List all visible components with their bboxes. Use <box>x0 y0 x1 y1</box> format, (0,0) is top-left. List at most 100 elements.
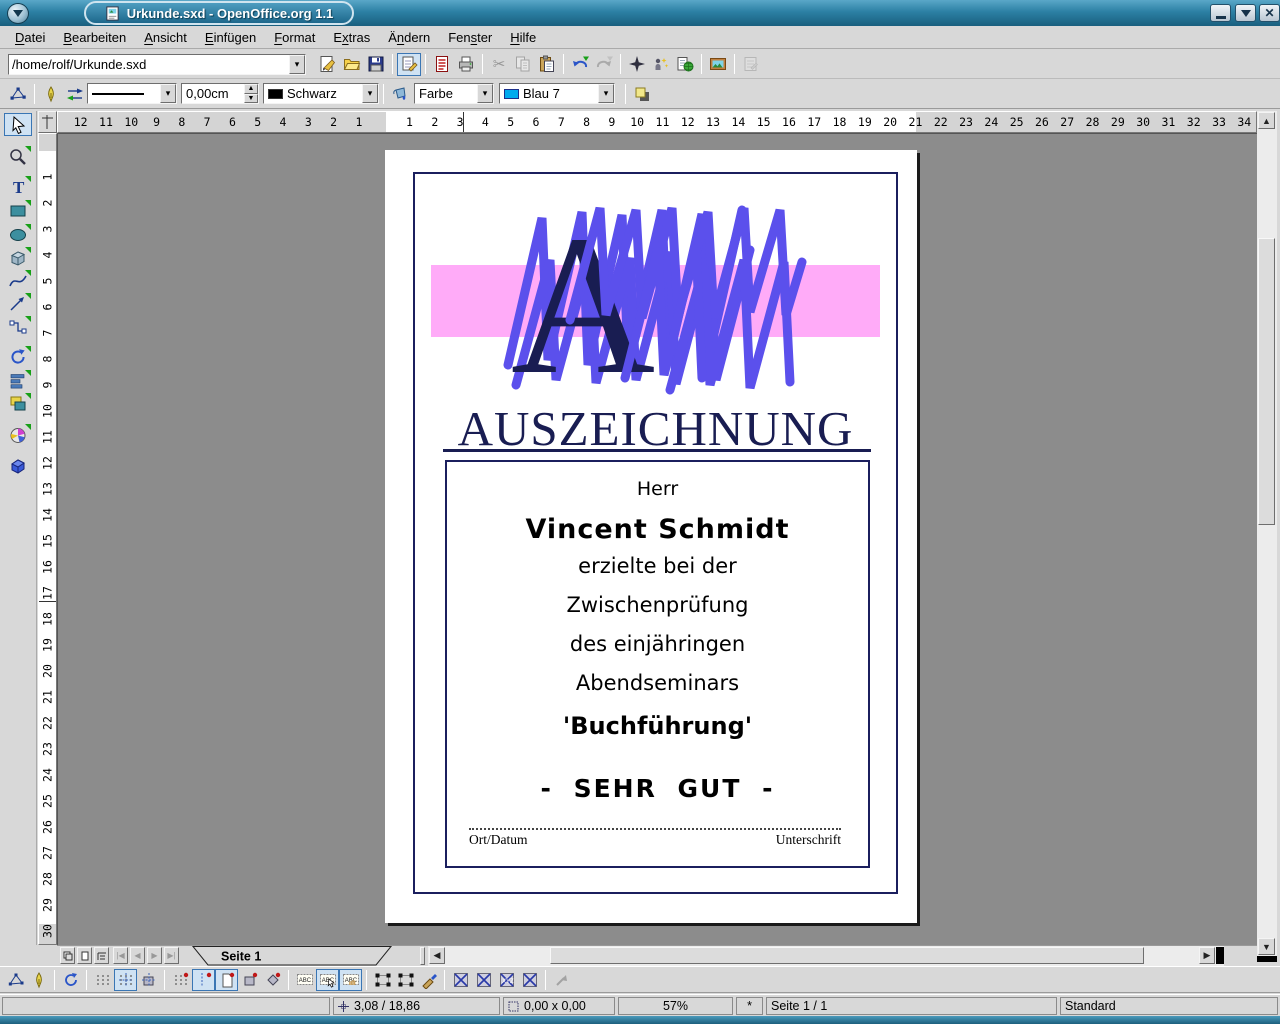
document-page[interactable]: A AUSZEICHNUNG Herr Vincent Schmidt erzi… <box>385 150 917 923</box>
alignment-tool-button[interactable] <box>4 369 32 392</box>
stylist-button[interactable] <box>649 53 673 76</box>
window-resize-corner <box>1257 956 1277 962</box>
text-placeholder-button[interactable]: XYZ <box>495 969 518 991</box>
menu-item[interactable]: Datei <box>6 28 54 47</box>
master-view-button[interactable] <box>94 947 109 964</box>
tab-scroll-splitter[interactable] <box>420 947 425 965</box>
open-button[interactable] <box>340 53 364 76</box>
export-pdf-button[interactable] <box>430 53 454 76</box>
line-width-input[interactable] <box>182 86 244 101</box>
shadow-toggle-button[interactable] <box>630 82 654 105</box>
save-button[interactable] <box>364 53 388 76</box>
certificate-text-box[interactable]: Herr Vincent Schmidt erzielte bei der Zw… <box>445 460 870 868</box>
drawing-canvas[interactable]: A AUSZEICHNUNG Herr Vincent Schmidt erzi… <box>57 133 1257 945</box>
contour-mode-button[interactable] <box>472 969 495 991</box>
menu-item[interactable]: Ansicht <box>135 28 196 47</box>
line-style-dropdown[interactable]: ▾ <box>160 84 176 103</box>
fill-type-select[interactable]: Farbe ▾ <box>414 83 494 104</box>
double-click-edit-text-button[interactable] <box>339 969 362 991</box>
snaplines-visible-button[interactable] <box>169 969 192 991</box>
snap-to-object-border-button[interactable] <box>238 969 261 991</box>
close-button[interactable]: ✕ <box>1259 4 1280 22</box>
page-mode-button[interactable] <box>77 947 92 964</box>
menu-item[interactable]: Ändern <box>379 28 439 47</box>
certificate-header-artwork[interactable]: A <box>420 200 890 395</box>
page-tab[interactable]: Seite 1 <box>183 946 398 966</box>
lines-arrows-tool-button[interactable] <box>4 292 32 315</box>
connector-tool-button[interactable] <box>4 315 32 338</box>
spin-up-button[interactable]: ▲ <box>244 84 258 94</box>
fill-type-dropdown[interactable]: ▾ <box>477 84 493 103</box>
window-menu-button[interactable] <box>7 3 29 24</box>
edit-file-button[interactable] <box>397 53 421 76</box>
scroll-right-button[interactable]: ▶ <box>1199 947 1215 964</box>
scroll-down-button[interactable]: ▼ <box>1258 938 1275 955</box>
grid-visible-button[interactable] <box>91 969 114 991</box>
scroll-left-button[interactable]: ◀ <box>429 947 445 964</box>
line-dialog-button[interactable] <box>39 82 63 105</box>
fill-color-dropdown[interactable]: ▾ <box>598 84 614 103</box>
url-dropdown-button[interactable]: ▾ <box>289 55 305 74</box>
edit-points-button[interactable] <box>6 82 30 105</box>
large-handles-button[interactable] <box>394 969 417 991</box>
vertical-scroll-thumb[interactable] <box>1258 238 1275 525</box>
status-style-field[interactable]: Standard <box>1060 997 1278 1015</box>
paste-button[interactable] <box>535 53 559 76</box>
navigator-button[interactable] <box>625 53 649 76</box>
print-button[interactable] <box>454 53 478 76</box>
arrange-tool-button[interactable] <box>4 392 32 415</box>
menu-item[interactable]: Einfügen <box>196 28 265 47</box>
3d-objects-tool-button[interactable] <box>4 246 32 269</box>
3d-controller-tool-button[interactable] <box>4 454 32 477</box>
horizontal-scroll-thumb[interactable] <box>550 947 1144 964</box>
arrow-style-button[interactable] <box>63 82 87 105</box>
zoom-tool-button[interactable] <box>4 145 32 168</box>
menu-item[interactable]: Hilfe <box>501 28 545 47</box>
menu-item[interactable]: Extras <box>324 28 379 47</box>
undo-button[interactable] <box>568 53 592 76</box>
rectangle-tool-button[interactable] <box>4 199 32 222</box>
quick-editing-button[interactable] <box>293 969 316 991</box>
helplines-while-moving-button[interactable] <box>137 969 160 991</box>
rotation-mode-button[interactable] <box>59 969 82 991</box>
layer-mode-button[interactable] <box>60 947 75 964</box>
picture-placeholder-button[interactable] <box>449 969 472 991</box>
line-color-select[interactable]: Schwarz ▾ <box>263 83 379 104</box>
minimize-button[interactable] <box>1210 4 1231 22</box>
snaplines-icon <box>172 971 190 989</box>
status-page-field[interactable]: Seite 1 / 1 <box>766 997 1057 1015</box>
new-document-button[interactable] <box>316 53 340 76</box>
line-style-select[interactable]: ▾ <box>87 83 177 104</box>
line-width-spinner[interactable]: ▲▼ <box>181 83 259 104</box>
rotate-tool-button[interactable] <box>4 345 32 368</box>
edit-points-mode-button[interactable] <box>4 969 27 991</box>
snap-to-object-points-button[interactable] <box>261 969 284 991</box>
create-with-attributes-button[interactable] <box>417 969 440 991</box>
snap-to-snaplines-button[interactable] <box>192 969 215 991</box>
text-tool-button[interactable]: T <box>4 175 32 198</box>
fill-color-select[interactable]: Blau 7 ▾ <box>499 83 615 104</box>
hyperlink-button[interactable] <box>673 53 697 76</box>
select-tool-button[interactable] <box>4 113 32 136</box>
ruler-number: 19 <box>852 112 877 133</box>
line-color-dropdown[interactable]: ▾ <box>362 84 378 103</box>
curve-tool-button[interactable] <box>4 269 32 292</box>
shade-button[interactable] <box>1235 4 1256 22</box>
line-contour-button[interactable] <box>518 969 541 991</box>
snap-to-page-margins-button[interactable] <box>215 969 238 991</box>
snap-to-grid-button[interactable] <box>114 969 137 991</box>
spin-down-button[interactable]: ▼ <box>244 94 258 104</box>
menu-item[interactable]: Format <box>265 28 324 47</box>
scroll-up-button[interactable]: ▲ <box>1258 112 1275 129</box>
status-zoom-field[interactable]: 57% <box>618 997 733 1015</box>
simple-handles-button[interactable] <box>371 969 394 991</box>
gallery-button[interactable] <box>706 53 730 76</box>
ellipse-tool-button[interactable] <box>4 223 32 246</box>
effects-tool-button[interactable] <box>4 423 32 446</box>
url-input[interactable] <box>9 55 289 74</box>
menu-item[interactable]: Bearbeiten <box>54 28 135 47</box>
glue-points-button[interactable] <box>27 969 50 991</box>
menu-item[interactable]: Fenster <box>439 28 501 47</box>
select-text-area-only-button[interactable] <box>316 969 339 991</box>
area-dialog-button[interactable] <box>388 82 412 105</box>
